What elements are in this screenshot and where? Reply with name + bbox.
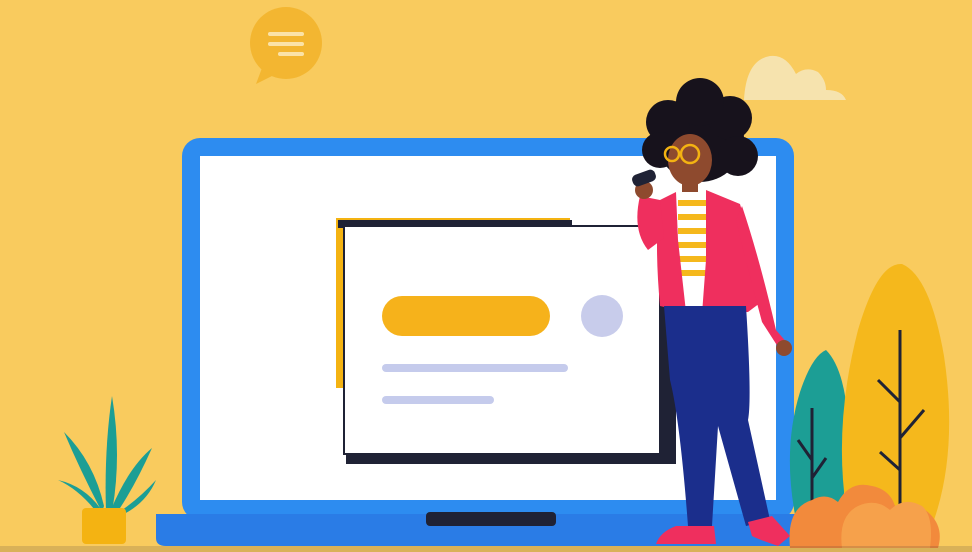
card-front [343, 225, 661, 455]
plant-pot [82, 508, 126, 544]
content-card [336, 218, 676, 464]
card-text-line-2 [382, 396, 494, 404]
hand [776, 340, 792, 356]
illustration-scene [0, 0, 972, 552]
laptop-notch [426, 512, 556, 526]
ground-line [0, 546, 972, 552]
card-text-line-1 [382, 364, 568, 372]
scene-svg [0, 0, 972, 552]
card-pill [382, 296, 550, 336]
card-avatar [581, 295, 623, 337]
